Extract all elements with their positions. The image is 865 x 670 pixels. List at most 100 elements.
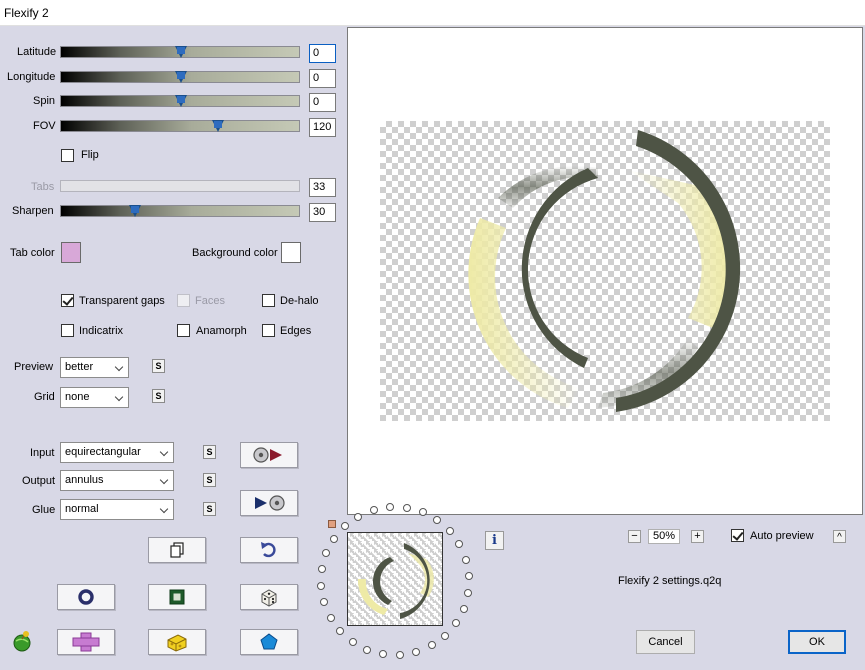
sharpen-slider[interactable] [60,205,300,217]
navigator-dot[interactable] [433,516,442,525]
navigator-dot[interactable] [440,631,449,640]
spin-slider[interactable] [60,95,300,107]
navigator-dot[interactable] [354,512,363,521]
zoom-in-button[interactable]: + [691,530,704,543]
fov-slider[interactable] [60,120,300,132]
tab-color-label: Tab color [10,247,55,259]
fov-input[interactable]: 120 [309,118,336,137]
zoom-level: 50% [648,529,680,544]
pentagon-shape-button[interactable] [240,629,298,655]
edges-checkbox[interactable] [262,324,275,337]
longitude-label: Longitude [7,71,56,83]
preview-quality-select[interactable]: better [60,357,129,378]
info-button[interactable]: i [485,531,504,550]
load-input-button[interactable] [240,442,298,468]
navigator-dot[interactable] [369,506,378,515]
background-color-swatch[interactable] [281,242,301,263]
navigator-dot[interactable] [336,626,345,635]
navigator-dot[interactable] [317,581,326,590]
cheese-shape-button[interactable] [148,629,206,655]
randomize-button[interactable] [240,584,298,610]
navigator-corner-marker[interactable] [328,520,336,528]
zoom-out-button[interactable]: − [628,530,641,543]
tabs-label: Tabs [31,181,55,193]
spin-slider-thumb[interactable] [175,95,187,107]
navigator-dot[interactable] [459,604,468,613]
navigator-dot[interactable] [461,555,470,564]
navigator-dot[interactable] [320,598,329,607]
grid-select[interactable]: none [60,387,129,408]
chevron-down-icon [159,475,169,485]
navigator-thumbnail[interactable] [347,532,443,626]
navigator-dot[interactable] [363,645,372,654]
navigator-dot[interactable] [395,650,404,659]
save-output-button[interactable] [240,490,298,516]
dice-icon [261,589,277,607]
auto-preview-checkbox[interactable] [731,529,744,542]
indicatrix-checkbox[interactable] [61,324,74,337]
navigator-dot[interactable] [348,637,357,646]
latitude-slider-thumb[interactable] [175,46,187,58]
navigator-dot[interactable] [326,613,335,622]
sharpen-input[interactable]: 30 [309,203,336,222]
window-title: Flexify 2 [4,6,49,20]
navigator-dot[interactable] [322,549,331,558]
fov-slider-thumb[interactable] [212,120,224,132]
title-bar: Flexify 2 [0,0,865,26]
latitude-slider[interactable] [60,46,300,58]
input-projection-select[interactable]: equirectangular [60,442,174,463]
navigator-dot[interactable] [317,565,326,574]
cancel-button[interactable]: Cancel [636,630,695,654]
longitude-slider-thumb[interactable] [175,71,187,83]
chevron-down-icon [114,362,124,372]
de-halo-checkbox[interactable] [262,294,275,307]
preview-quality-value: better [65,361,94,373]
output-projection-select[interactable]: annulus [60,470,174,491]
ring-icon [78,589,94,605]
navigator-dot[interactable] [464,588,473,597]
glue-save-button[interactable]: S [203,502,216,516]
collapse-button[interactable]: ^ [833,530,846,543]
copy-button[interactable] [148,537,206,563]
navigator-dot[interactable] [412,647,421,656]
latitude-input[interactable]: 0 [309,44,336,63]
preview-panel[interactable] [347,27,863,515]
tabs-input: 33 [309,178,336,197]
undo-icon [261,542,276,558]
sharpen-slider-thumb[interactable] [129,205,141,217]
navigator-dot[interactable] [418,508,427,517]
tab-color-swatch[interactable] [61,242,81,263]
navigator-dot[interactable] [341,522,350,531]
anamorph-checkbox[interactable] [177,324,190,337]
longitude-slider[interactable] [60,71,300,83]
input-projection-value: equirectangular [65,446,141,458]
ok-button[interactable]: OK [788,630,846,654]
longitude-input[interactable]: 0 [309,69,336,88]
navigator-dot[interactable] [445,527,454,536]
navigator-dot[interactable] [455,540,464,549]
navigator-dot[interactable] [451,619,460,628]
circle-shape-button[interactable] [57,584,115,610]
square-shape-button[interactable] [148,584,206,610]
undo-button[interactable] [240,537,298,563]
navigator-dot[interactable] [402,503,411,512]
navigator-dot[interactable] [427,641,436,650]
input-save-button[interactable]: S [203,445,216,459]
spin-input[interactable]: 0 [309,93,336,112]
disc-play-icon [253,447,282,463]
grid-value: none [65,391,90,403]
flip-checkbox[interactable] [61,149,74,162]
output-label: Output [22,475,56,487]
navigator-dot[interactable] [330,534,339,543]
preview-save-button[interactable]: S [152,359,165,373]
navigator-dot[interactable] [379,650,388,659]
output-projection-value: annulus [65,474,104,486]
transparent-gaps-checkbox[interactable] [61,294,74,307]
glue-select[interactable]: normal [60,499,174,520]
output-save-button[interactable]: S [203,473,216,487]
cross-shape-button[interactable] [57,629,115,655]
grid-save-button[interactable]: S [152,389,165,403]
background-color-label: Background color [192,247,278,259]
input-label: Input [30,447,55,459]
navigator-dot[interactable] [464,572,473,581]
